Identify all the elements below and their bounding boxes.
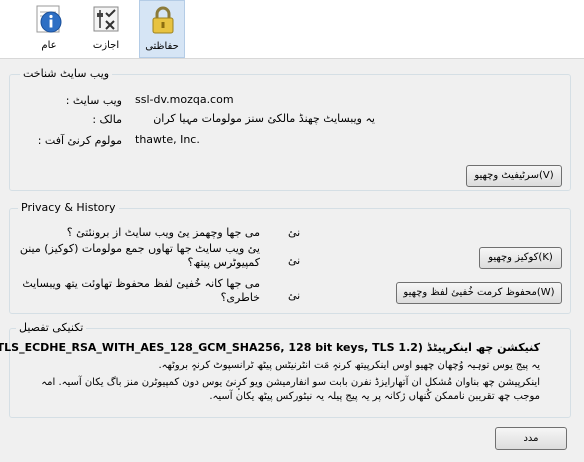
- privacy-history-group: Privacy & History می جھا وچھمز یئ ویب سا…: [9, 201, 571, 314]
- tab-permissions-label: اجازت: [92, 40, 120, 51]
- transmission-encrypted-text: یہ پیج یوس توہیہ وُچھان چھیو اوس اینکرپی…: [158, 360, 540, 371]
- privacy-question-visited: می جھا وچھمز یئ ویب سایٹ از برونئتئ ؟: [66, 226, 260, 239]
- tab-security-label: حفاظتی: [145, 41, 179, 52]
- tab-general-label: عام: [41, 40, 57, 51]
- connection-encrypted-text: کنیکشن چھ اینکرپیٹڈ (TLS_ECDHE_RSA_WITH_…: [0, 341, 540, 354]
- view-cookies-button[interactable]: کوکیز وچھیو(K): [479, 247, 562, 269]
- help-button[interactable]: مدد: [495, 427, 567, 450]
- website-label: ویب سایٹ :: [65, 94, 122, 107]
- owner-label: مالک :: [92, 113, 122, 126]
- privacy-answer-passwords: نئ: [288, 289, 301, 302]
- view-certificate-button[interactable]: سرٹیفیٹ وچھیو(V): [466, 165, 562, 187]
- website-identity-legend: ویب سایٹ شناخت: [20, 67, 113, 80]
- privacy-answer-visited: نئ: [288, 226, 301, 239]
- tab-general[interactable]: عام: [26, 0, 72, 58]
- technical-details-legend: تکنیکی تفصیل: [16, 321, 87, 334]
- info-icon: [36, 5, 62, 33]
- view-saved-passwords-button[interactable]: محفوظ کرمت خُفیئ لفظ وچھیو(W): [396, 282, 562, 304]
- verifier-label: مولوم کرنئ آفت :: [37, 134, 122, 147]
- lock-icon: [152, 6, 174, 34]
- privacy-answer-cookies: نئ: [288, 254, 301, 267]
- technical-details-group: تکنیکی تفصیل کنیکشن چھ اینکرپیٹڈ (TLS_EC…: [0, 321, 571, 418]
- privacy-question-passwords: می جھا کانہ خُفیئ لفظ محفوظ تھاوئت یتھ و…: [22, 277, 260, 304]
- permissions-icon: [93, 6, 119, 32]
- privacy-history-legend: Privacy & History: [18, 201, 119, 214]
- privacy-question-cookies: یئ ویب سایٹ جھا تھاوں جمع مولومات (کوکیز…: [19, 242, 260, 269]
- verifier-value: thawte, Inc.: [135, 133, 200, 146]
- website-value: ssl-dv.mozqa.com: [135, 93, 234, 106]
- encryption-explanation-text: اینکرپیشن چھ بناوان مُشکل ان آتھارایزڈ ن…: [41, 377, 540, 402]
- owner-value: یہ ویبسایٹ چھنڈ مالکئ سنز مولومات مہیا ک…: [153, 112, 375, 125]
- tab-permissions[interactable]: اجازت: [83, 0, 129, 58]
- toolbar: عام اجازت حفاظتی: [0, 0, 584, 59]
- tab-security[interactable]: حفاظتی: [139, 0, 185, 58]
- website-identity-group: ویب سایٹ شناخت ویب سایٹ : ssl-dv.mozqa.c…: [9, 67, 571, 191]
